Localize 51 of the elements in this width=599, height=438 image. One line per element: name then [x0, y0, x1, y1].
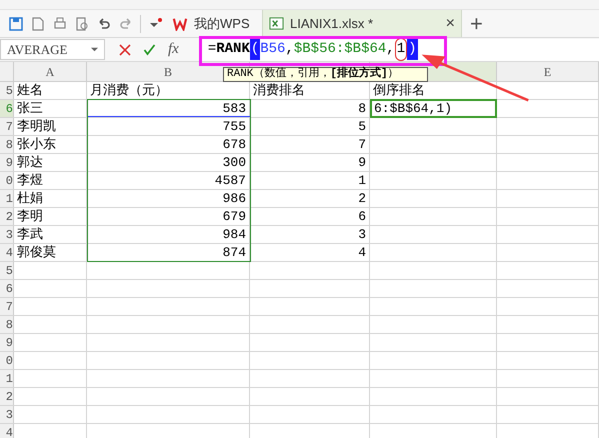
- table-cell-text: 月消费（元）: [90, 82, 168, 100]
- active-cell[interactable]: 6:$B$64,1): [370, 99, 497, 118]
- table-cell-text: 倒序排名: [373, 82, 425, 100]
- table-cell-text: 583: [222, 100, 246, 118]
- table-cell-text: 李煜: [17, 172, 43, 190]
- table-cell-text: 5: [358, 118, 366, 136]
- close-button[interactable]: ×: [446, 12, 455, 36]
- table-cell-text: 3: [358, 226, 366, 244]
- table-cell-text: 张小东: [17, 136, 56, 154]
- cancel-icon[interactable]: [119, 44, 131, 56]
- table-cell-text: 姓名: [17, 82, 43, 100]
- table-cell-text: 7: [358, 136, 366, 154]
- table-cell-text: 984: [222, 226, 246, 244]
- tooltip: RANK（数值，引用，[排位方式]）: [223, 67, 428, 82]
- preview-icon[interactable]: [74, 16, 90, 32]
- table-cell-text: 李明: [17, 208, 43, 226]
- logo-icon: [172, 16, 188, 30]
- table-cell-text: 300: [222, 154, 246, 172]
- spreadsheet-icon: [269, 16, 284, 31]
- table-cell-text: 6: [358, 208, 366, 226]
- table-cell-text: 消费排名: [253, 82, 305, 100]
- table-cell-text: 679: [222, 208, 246, 226]
- table-cell-text: 9: [358, 154, 366, 172]
- table-cell-text: 8: [358, 100, 366, 118]
- confirm-icon[interactable]: [143, 44, 156, 56]
- export-icon[interactable]: [30, 16, 46, 32]
- print-icon[interactable]: [52, 16, 68, 32]
- table-cell-text: 李明凯: [17, 118, 56, 136]
- save-icon[interactable]: [8, 16, 24, 32]
- table-cell-text: 郭俊莫: [17, 244, 56, 262]
- table-cell-text: 1: [358, 172, 366, 190]
- column-header[interactable]: A: [46, 62, 54, 80]
- table-cell-text: 986: [222, 190, 246, 208]
- caret-icon: [91, 46, 98, 53]
- table-cell-text: 755: [222, 118, 246, 136]
- table-cell-text: 4: [358, 244, 366, 262]
- table-cell-text: 李武: [17, 226, 43, 244]
- table-cell-text: 郭达: [17, 154, 43, 172]
- table-cell-text: 杜娟: [17, 190, 43, 208]
- table-cell-text: 874: [222, 244, 246, 262]
- tab[interactable]: 我的WPS: [166, 10, 262, 37]
- name-box[interactable]: AVERAGE: [0, 39, 105, 60]
- tab[interactable]: LIANIX1.xlsx * ×: [262, 10, 462, 37]
- new-tab-button[interactable]: +: [470, 7, 483, 40]
- table-cell-text: 4587: [214, 172, 246, 190]
- column-header[interactable]: E: [544, 62, 552, 80]
- table-cell-text: 2: [358, 190, 366, 208]
- column-header[interactable]: B: [164, 62, 172, 80]
- function-button[interactable]: fx: [168, 38, 179, 61]
- table-cell-text: 678: [222, 136, 246, 154]
- table-cell-text: 张三: [17, 100, 43, 118]
